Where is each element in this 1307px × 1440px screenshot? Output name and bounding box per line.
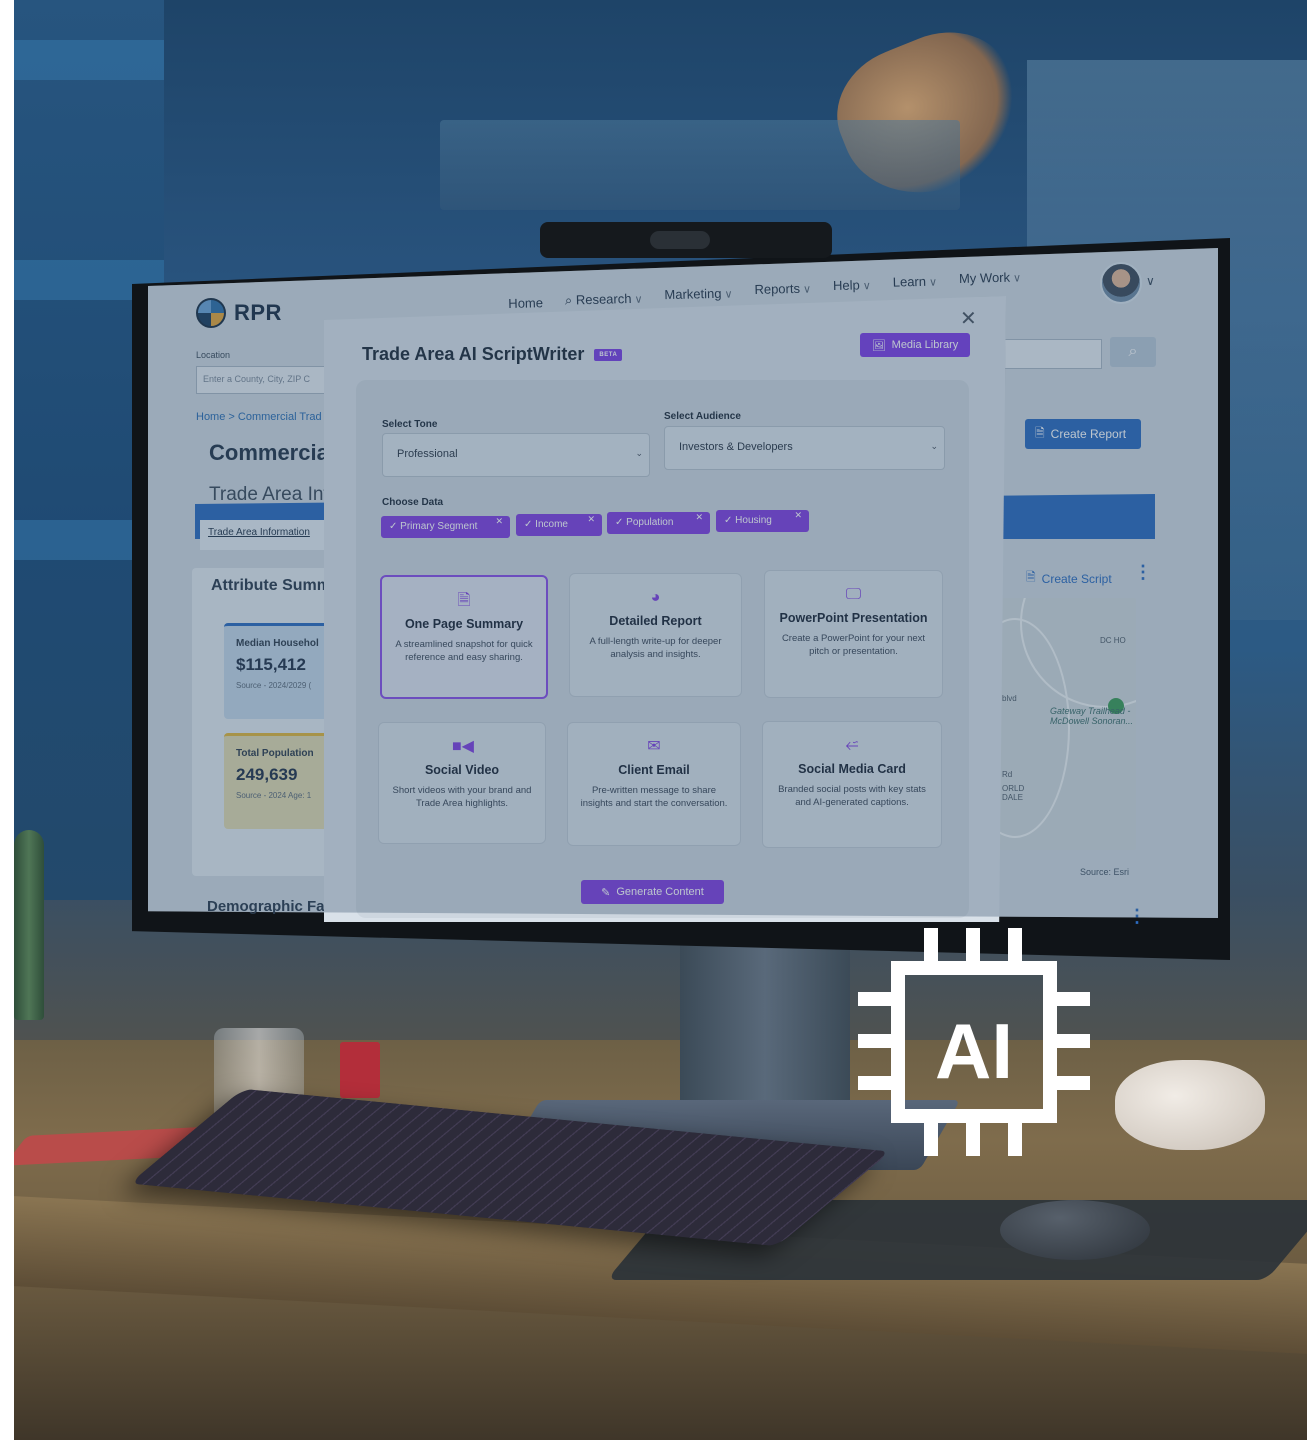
search-input[interactable] — [1004, 339, 1102, 369]
gallery-icon: 🖼 — [871, 339, 886, 352]
close-icon[interactable]: ✕ — [587, 514, 595, 525]
option-social-media-card[interactable]: ⭁ Social Media Card Branded social posts… — [762, 721, 942, 848]
option-client-email[interactable]: ✉ Client Email Pre-written message to sh… — [567, 722, 741, 846]
presentation-icon: 🖵 — [845, 586, 862, 603]
search-icon: ⌕ — [1128, 343, 1138, 360]
chevron-down-icon: ⌄ — [930, 441, 938, 451]
close-icon[interactable]: ✕ — [495, 516, 503, 527]
create-script-button[interactable]: 🗎 Create Script — [1026, 568, 1112, 589]
option-detailed-report[interactable]: ◕ Detailed Report A full-length write-up… — [569, 573, 742, 697]
audience-label: Select Audience — [664, 411, 741, 422]
chevron-down-icon[interactable]: ∨ — [1146, 274, 1155, 288]
pencil-icon: ✎ — [601, 886, 611, 899]
close-icon[interactable]: ✕ — [960, 306, 977, 331]
tone-select[interactable]: Professional ⌄ — [382, 433, 650, 477]
nav-research[interactable]: ⌕ Research ∨ — [565, 291, 643, 310]
tab-trade-area-information[interactable]: Trade Area Information — [200, 520, 330, 550]
envelope-icon: ✉ — [647, 738, 661, 755]
rpr-logo-icon — [196, 298, 226, 328]
tone-label: Select Tone — [382, 419, 438, 430]
chip-housing[interactable]: ✓ Housing ✕ — [716, 510, 809, 532]
shelf — [440, 120, 960, 210]
nav-my-work[interactable]: My Work ∨ — [959, 269, 1022, 300]
monitor-stand — [680, 940, 850, 1120]
chevron-down-icon: ∨ — [928, 276, 938, 289]
left-margin — [0, 0, 14, 1440]
check-icon: ✓ — [389, 521, 398, 532]
attribute-summary-title: Attribute Summ — [211, 577, 331, 594]
ai-chip-text: AI — [935, 1007, 1013, 1095]
chevron-down-icon: ∨ — [802, 283, 812, 296]
page-subtitle: Trade Area Infc — [209, 484, 339, 505]
webcam — [540, 222, 832, 258]
chevron-down-icon: ∨ — [862, 280, 871, 293]
document-icon: 🗎 — [1035, 425, 1045, 440]
modal-title: Trade Area AI ScriptWriter BETA — [362, 344, 623, 365]
rpr-logo[interactable]: RPR — [196, 298, 282, 328]
search-button[interactable]: ⌕ — [1110, 337, 1156, 367]
rpr-logo-text: RPR — [234, 300, 282, 325]
chevron-down-icon: ∨ — [724, 288, 733, 301]
nav-help[interactable]: Help ∨ — [833, 277, 871, 303]
check-icon: ✓ — [615, 517, 624, 528]
chevron-down-icon: ∨ — [1012, 272, 1022, 285]
document-icon: 🗎 — [1026, 570, 1036, 584]
stat-card-median-income: Median Househol $115,412 Source - 2024/2… — [224, 623, 334, 719]
choose-data-label: Choose Data — [382, 497, 444, 508]
more-icon[interactable]: ⋮ — [1128, 906, 1146, 927]
video-icon: ■◀ — [452, 738, 474, 755]
attribute-panel — [192, 568, 332, 876]
nav-home[interactable]: Home — [508, 295, 543, 311]
demographic-title: Demographic Fa — [207, 898, 325, 915]
location-label: Location — [196, 350, 231, 360]
close-icon[interactable]: ✕ — [794, 510, 802, 521]
chip-income[interactable]: ✓ Income ✕ — [516, 514, 602, 536]
media-library-button[interactable]: 🖼 Media Library — [860, 333, 970, 357]
red-box — [340, 1042, 380, 1098]
beta-badge: BETA — [594, 348, 623, 361]
nav-marketing[interactable]: Marketing ∨ — [664, 286, 733, 308]
nav-learn[interactable]: Learn ∨ — [893, 274, 938, 302]
generate-content-button[interactable]: ✎ Generate Content — [581, 880, 724, 904]
more-icon[interactable]: ⋮ — [1134, 562, 1152, 583]
pie-chart-icon: ◕ — [650, 589, 661, 606]
share-icon: ⭁ — [845, 737, 859, 754]
document-icon: 🗎 — [457, 592, 471, 609]
chip-primary-segment[interactable]: ✓ Primary Segment ✕ — [381, 516, 510, 538]
cactus-plant — [14, 830, 44, 1020]
stat-card-total-population: Total Population 249,639 Source - 2024 A… — [224, 733, 334, 829]
check-icon: ✓ — [524, 519, 533, 530]
search-icon: ⌕ — [564, 292, 573, 308]
create-report-button[interactable]: 🗎 Create Report — [1025, 419, 1141, 449]
headphones-pillow — [1115, 1060, 1265, 1150]
audience-select[interactable]: Investors & Developers ⌄ — [664, 426, 945, 470]
close-icon[interactable]: ✕ — [695, 512, 703, 523]
mouse — [1000, 1200, 1150, 1260]
map-source: Source: Esri — [1080, 867, 1130, 877]
breadcrumb[interactable]: Home > Commercial Trad — [196, 411, 322, 423]
ai-chip-icon: AI — [858, 928, 1090, 1156]
trade-area-map[interactable]: Gateway Trailhead - McDowell Sonoran... … — [1000, 598, 1136, 850]
avatar[interactable] — [1100, 262, 1142, 304]
chevron-down-icon: ⌄ — [635, 448, 643, 458]
location-input[interactable]: Enter a County, City, ZIP C — [196, 366, 336, 394]
chip-population[interactable]: ✓ Population ✕ — [607, 512, 710, 534]
chevron-down-icon: ∨ — [634, 293, 643, 306]
check-icon: ✓ — [724, 515, 733, 526]
nav-reports[interactable]: Reports ∨ — [754, 281, 811, 305]
option-powerpoint-presentation[interactable]: 🖵 PowerPoint Presentation Create a Power… — [764, 570, 943, 698]
option-social-video[interactable]: ■◀ Social Video Short videos with your b… — [378, 722, 546, 844]
page-title: Commercial — [209, 440, 335, 465]
option-one-page-summary[interactable]: 🗎 One Page Summary A streamlined snapsho… — [380, 575, 548, 699]
